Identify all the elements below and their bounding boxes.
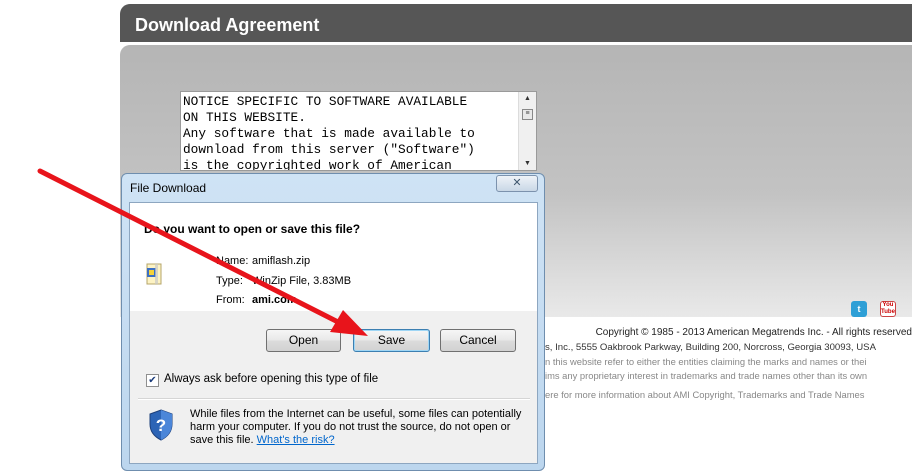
dialog-body: Do you want to open or save this file? N… [129, 202, 538, 464]
whats-the-risk-link[interactable]: What's the risk? [257, 434, 335, 446]
warning-text: While files from the Internet can be use… [190, 408, 522, 446]
license-line: NOTICE SPECIFIC TO SOFTWARE AVAILABLE [183, 94, 468, 109]
license-line: download from this server ("Software") [183, 142, 475, 157]
file-source-value: ami.com [252, 294, 297, 306]
open-button[interactable]: Open [266, 329, 341, 352]
twitter-icon[interactable]: t [851, 301, 867, 317]
always-ask-checkbox[interactable]: ✔ [146, 374, 159, 387]
always-ask-label: Always ask before opening this type of f… [164, 373, 379, 385]
file-type-value: WinZip File, 3.83MB [252, 275, 352, 287]
license-line: ON THIS WEBSITE. [183, 110, 306, 125]
license-text: NOTICE SPECIFIC TO SOFTWARE AVAILABLE ON … [183, 94, 513, 171]
cancel-button[interactable]: Cancel [440, 329, 516, 352]
page-title: Download Agreement [120, 4, 912, 42]
from-label: From: [216, 294, 245, 306]
license-scrollbar[interactable]: ▲ ≡ ▼ [518, 92, 536, 170]
dialog-title: File Download [130, 181, 207, 195]
license-line: Any software that is made available to [183, 126, 475, 141]
footer-proprietary-text: ims any proprietary interest in trademar… [545, 370, 868, 381]
divider [138, 398, 530, 400]
footer-more-info-link[interactable]: ere for more information about AMI Copyr… [545, 389, 912, 400]
type-label: Type: [216, 275, 243, 287]
youtube-icon[interactable]: You Tube [880, 301, 896, 317]
file-name-value: amiflash.zip [252, 255, 311, 267]
scroll-thumb[interactable]: ≡ [522, 109, 533, 120]
svg-text:?: ? [156, 416, 166, 435]
zip-file-icon [146, 263, 162, 285]
file-info-section: Do you want to open or save this file? N… [130, 203, 537, 311]
file-download-dialog: File Download ✕ Do you want to open or s… [121, 173, 545, 471]
dialog-question: Do you want to open or save this file? [144, 222, 361, 236]
footer-address: s, Inc., 5555 Oakbrook Parkway, Building… [545, 342, 876, 353]
close-button[interactable]: ✕ [496, 175, 538, 192]
license-line: is the copyrighted work of American [183, 158, 452, 171]
name-label: Name: [216, 255, 249, 267]
footer-trademark-text: n this website refer to either the entit… [545, 356, 867, 367]
save-button[interactable]: Save [353, 329, 430, 352]
shield-icon: ? [149, 409, 173, 441]
scroll-down-icon[interactable]: ▼ [524, 160, 531, 167]
scroll-up-icon[interactable]: ▲ [524, 95, 531, 102]
footer-copyright: Copyright © 1985 - 2013 American Megatre… [595, 327, 912, 338]
license-textarea[interactable]: NOTICE SPECIFIC TO SOFTWARE AVAILABLE ON … [180, 91, 537, 171]
